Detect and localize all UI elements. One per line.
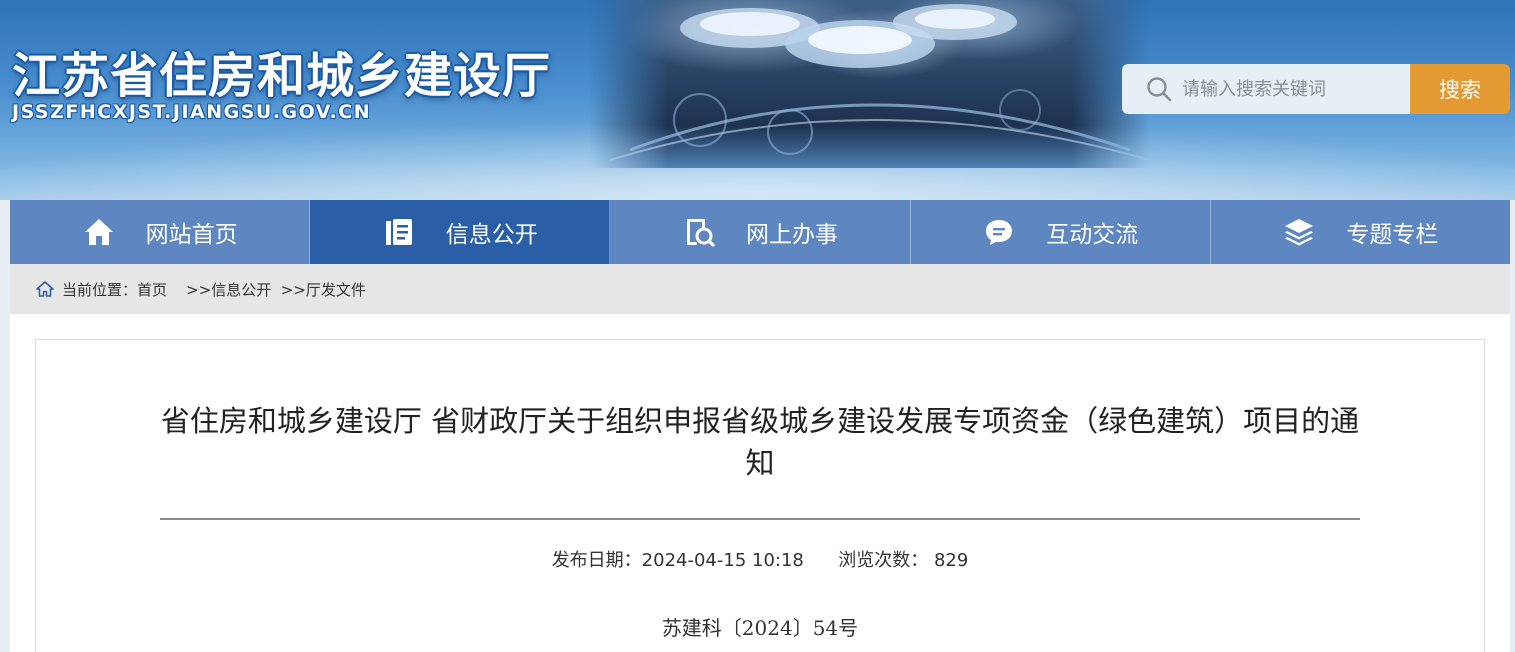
publish-date-label: 发布日期： xyxy=(551,550,642,571)
nav-item-label: 网上办事 xyxy=(746,222,838,248)
publish-date: 2024-04-15 10:18 xyxy=(641,550,804,571)
search-button[interactable]: 搜索 xyxy=(1410,64,1510,114)
breadcrumb-item-info-disclosure[interactable]: >>信息公开 xyxy=(186,279,271,300)
nav-item-label: 网站首页 xyxy=(145,222,238,248)
breadcrumb: 当前位置： 首页 >>信息公开 >>厅发文件 xyxy=(10,264,1510,314)
article-meta: 发布日期：2024-04-15 10:18 浏览次数： 829 xyxy=(160,546,1360,572)
home-icon xyxy=(82,215,116,249)
breadcrumb-prefix: 当前位置： xyxy=(62,280,138,299)
breadcrumb-item-home[interactable]: 首页 xyxy=(137,279,167,300)
search-input[interactable] xyxy=(1182,69,1402,109)
site-title: 江苏省住房和城乡建设厅 xyxy=(12,48,552,104)
stadium-illustration xyxy=(609,4,1150,161)
search-document-icon xyxy=(682,215,716,249)
nav-item-special-topics[interactable]: 专题专栏 xyxy=(1211,200,1510,264)
layers-icon xyxy=(1282,215,1316,249)
nav-item-info-disclosure[interactable]: 信息公开 xyxy=(310,200,611,264)
chat-bubble-icon xyxy=(982,215,1016,249)
search-icon xyxy=(1146,76,1172,102)
header-banner: 江苏省住房和城乡建设厅 JSSZFHCXJST.JIANGSU.GOV.CN 搜… xyxy=(0,0,1515,200)
nav-item-label: 专题专栏 xyxy=(1346,222,1439,248)
views-count: 829 xyxy=(933,550,969,571)
breadcrumb-item-department-documents[interactable]: >>厅发文件 xyxy=(281,279,366,300)
main-nav: 网站首页 信息公开 网上办事 互动交流 专题专栏 xyxy=(10,200,1510,264)
nav-item-label: 互动交流 xyxy=(1046,222,1139,248)
document-icon xyxy=(382,215,416,249)
nav-item-online-service[interactable]: 网上办事 xyxy=(610,200,911,264)
nav-item-label: 信息公开 xyxy=(445,222,538,248)
nav-item-interaction[interactable]: 互动交流 xyxy=(911,200,1211,264)
article-title: 省住房和城乡建设厅 省财政厅关于组织申报省级城乡建设发展专项资金（绿色建筑）项目… xyxy=(160,404,1360,480)
breadcrumb-spacer xyxy=(167,280,186,298)
breadcrumb-spacer xyxy=(271,280,281,298)
meta-spacer xyxy=(804,550,838,571)
site-domain: JSSZFHCXJST.JIANGSU.GOV.CN xyxy=(12,101,372,123)
document-number: 苏建科〔2024〕54号 xyxy=(661,616,859,640)
views-label: 浏览次数： xyxy=(838,550,929,571)
title-divider xyxy=(160,518,1360,520)
nav-item-home[interactable]: 网站首页 xyxy=(10,200,311,264)
search-box xyxy=(1122,64,1412,114)
location-home-icon xyxy=(36,281,54,297)
banner-image xyxy=(590,0,1150,168)
article-panel: 省住房和城乡建设厅 省财政厅关于组织申报省级城乡建设发展专项资金（绿色建筑）项目… xyxy=(35,339,1485,652)
